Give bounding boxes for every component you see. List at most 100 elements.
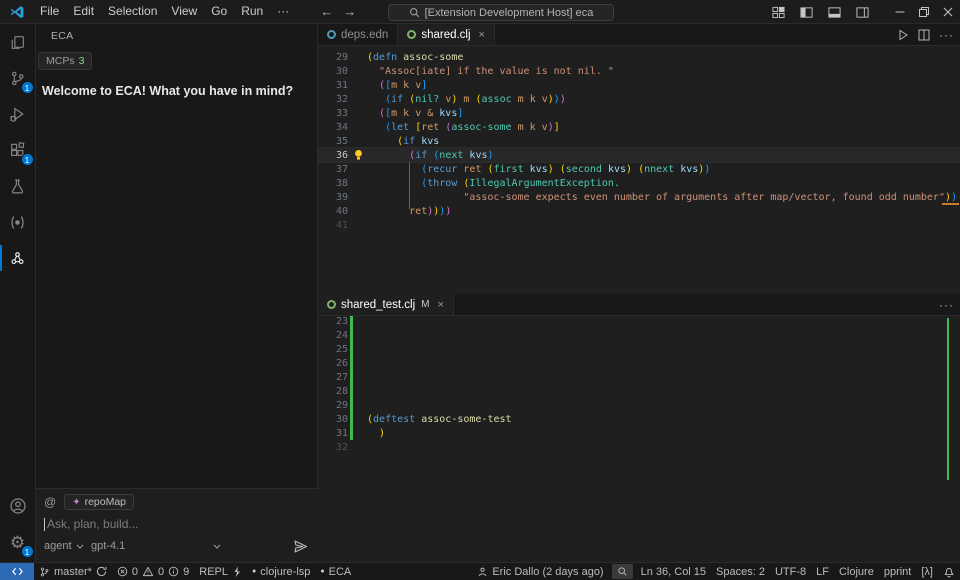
line-number: 23 xyxy=(318,316,348,327)
code-line-25[interactable]: 25 xyxy=(318,342,960,356)
code-line-41[interactable]: 41 xyxy=(318,218,960,232)
code-line-30[interactable]: 30(deftest assoc-some-test xyxy=(318,412,960,426)
code-line-23[interactable]: 23 xyxy=(318,316,960,328)
problems-status[interactable]: 0 0 9 xyxy=(112,563,194,580)
mode-select[interactable]: agent xyxy=(44,540,84,552)
editor-shared-clj[interactable]: 29(defn assoc-some30 "Assoc[iate] if the… xyxy=(318,46,960,294)
testing-icon[interactable] xyxy=(0,168,36,204)
code-line-34[interactable]: 34 (let [ret (assoc-some m k v)] xyxy=(318,120,960,134)
status-bar: master* 0 0 9 REPL ● clojure-lsp ● ECA E… xyxy=(0,562,960,580)
warnings-count: 0 xyxy=(158,566,164,578)
code-line-38[interactable]: 38 (throw (IllegalArgumentException. xyxy=(318,176,960,190)
toggle-sidebar-icon[interactable] xyxy=(794,0,818,24)
split-editor-icon[interactable] xyxy=(918,29,930,41)
errors-count: 0 xyxy=(132,566,138,578)
restore-button[interactable] xyxy=(912,0,936,24)
warnings-icon xyxy=(142,566,154,577)
extensions-icon[interactable]: 1 xyxy=(0,132,36,168)
magnifier-icon xyxy=(617,566,628,577)
notifications-bell[interactable] xyxy=(938,563,960,580)
eca-status[interactable]: ● ECA xyxy=(315,563,356,580)
code-line-32[interactable]: 32 (if (nil? v) m (assoc m k v))) xyxy=(318,92,960,106)
info-icon xyxy=(168,566,179,577)
clojure-lsp-status[interactable]: ● clojure-lsp xyxy=(247,563,315,580)
remote-indicator[interactable] xyxy=(0,563,34,580)
run-debug-icon[interactable] xyxy=(0,96,36,132)
settings-gear-icon[interactable]: ⚙ 1 xyxy=(0,524,36,560)
menu-[interactable]: ··· xyxy=(270,0,296,23)
tab-shared-test-clj[interactable]: shared_test.clj M × xyxy=(318,294,454,315)
mcps-chip[interactable]: MCPs 3 xyxy=(38,52,92,70)
eca-icon[interactable] xyxy=(0,240,36,276)
calva-lambda-status[interactable]: [λ] xyxy=(916,563,938,580)
code-line-29[interactable]: 29(defn assoc-some xyxy=(318,50,960,64)
code-line-40[interactable]: 40 ret)))) xyxy=(318,204,960,218)
menu-bar: FileEditSelectionViewGoRun··· xyxy=(33,0,296,23)
close-tab-icon[interactable]: × xyxy=(438,299,444,311)
zoom-indicator[interactable] xyxy=(612,564,633,579)
code-line-35[interactable]: 35 (if kvs xyxy=(318,134,960,148)
code-line-29[interactable]: 29 xyxy=(318,398,960,412)
tab-deps-edn[interactable]: deps.edn xyxy=(318,24,398,45)
menu-file[interactable]: File xyxy=(33,0,66,23)
code-text: ([m k v] xyxy=(367,80,427,91)
editor-shared-test-clj[interactable]: 232425 2627282930(deftest assoc-some-test… xyxy=(318,316,960,562)
welcome-message: Welcome to ECA! What you have in mind? xyxy=(42,84,317,98)
close-window-button[interactable] xyxy=(936,0,960,24)
encoding-status[interactable]: UTF-8 xyxy=(770,563,811,580)
cursor-position[interactable]: Ln 36, Col 15 xyxy=(636,563,711,580)
chat-input[interactable]: Ask, plan, build... xyxy=(36,510,318,531)
explorer-icon[interactable] xyxy=(0,24,36,60)
line-number: 30 xyxy=(318,66,348,77)
repl-status[interactable]: REPL xyxy=(194,563,247,580)
code-line-31[interactable]: 31 ) xyxy=(318,426,960,440)
code-line-26[interactable]: 26 xyxy=(318,356,960,370)
close-tab-icon[interactable]: × xyxy=(479,29,485,41)
code-line-24[interactable]: 24 xyxy=(318,328,960,342)
git-blame-status[interactable]: Eric Dallo (2 days ago) xyxy=(472,563,608,580)
code-line-32[interactable]: 32 xyxy=(318,440,960,454)
minimize-button[interactable] xyxy=(888,0,912,24)
send-button[interactable] xyxy=(293,539,308,554)
menu-view[interactable]: View xyxy=(164,0,204,23)
model-select[interactable]: gpt-4.1 xyxy=(91,540,221,552)
more-actions-icon[interactable]: ··· xyxy=(939,28,954,42)
more-actions-icon[interactable]: ··· xyxy=(939,298,954,312)
account-icon[interactable] xyxy=(0,488,36,524)
indentation-status[interactable]: Spaces: 2 xyxy=(711,563,770,580)
eca-label: ECA xyxy=(329,566,352,578)
tab-shared-clj[interactable]: shared.clj × xyxy=(398,24,495,45)
nav-back-icon[interactable]: ← xyxy=(320,4,333,19)
code-line-36[interactable]: 36 (if (next kvs) xyxy=(318,148,960,162)
menu-edit[interactable]: Edit xyxy=(66,0,101,23)
code-line-28[interactable]: 28 xyxy=(318,384,960,398)
pprint-status[interactable]: pprint xyxy=(879,563,917,580)
tab-label: deps.edn xyxy=(341,29,388,41)
code-line-30[interactable]: 30 "Assoc[iate] if the value is not nil.… xyxy=(318,64,960,78)
git-branch-status[interactable]: master* xyxy=(34,563,112,580)
eol-status[interactable]: LF xyxy=(811,563,834,580)
lightbulb-icon[interactable] xyxy=(350,149,367,161)
line-number: 26 xyxy=(318,358,348,369)
language-mode[interactable]: Clojure xyxy=(834,563,879,580)
menu-run[interactable]: Run xyxy=(234,0,270,23)
context-chip-repomap[interactable]: ✦ repoMap xyxy=(64,494,134,510)
vscode-logo-icon xyxy=(9,4,25,20)
command-center-search[interactable]: [Extension Development Host] eca xyxy=(388,4,614,21)
code-line-39[interactable]: 39 "assoc-some expects even number of ar… xyxy=(318,190,960,204)
code-line-31[interactable]: 31 ([m k v] xyxy=(318,78,960,92)
code-line-33[interactable]: 33 ([m k v & kvs] xyxy=(318,106,960,120)
toggle-secondary-sidebar-icon[interactable] xyxy=(850,0,874,24)
toggle-panel-icon[interactable] xyxy=(822,0,846,24)
menu-selection[interactable]: Selection xyxy=(101,0,164,23)
source-control-icon[interactable]: 1 xyxy=(0,60,36,96)
nav-forward-icon[interactable]: → xyxy=(343,4,356,19)
code-line-27[interactable]: 27 xyxy=(318,370,960,384)
calva-repl-icon[interactable] xyxy=(0,204,36,240)
code-line-37[interactable]: 37 (recur ret (first kvs) (second kvs) (… xyxy=(318,162,960,176)
customize-layout-icon[interactable] xyxy=(766,0,790,24)
run-file-icon[interactable] xyxy=(897,29,909,41)
code-text: (defn assoc-some xyxy=(367,52,463,63)
menu-go[interactable]: Go xyxy=(204,0,234,23)
add-context-button[interactable]: @ xyxy=(44,495,56,509)
